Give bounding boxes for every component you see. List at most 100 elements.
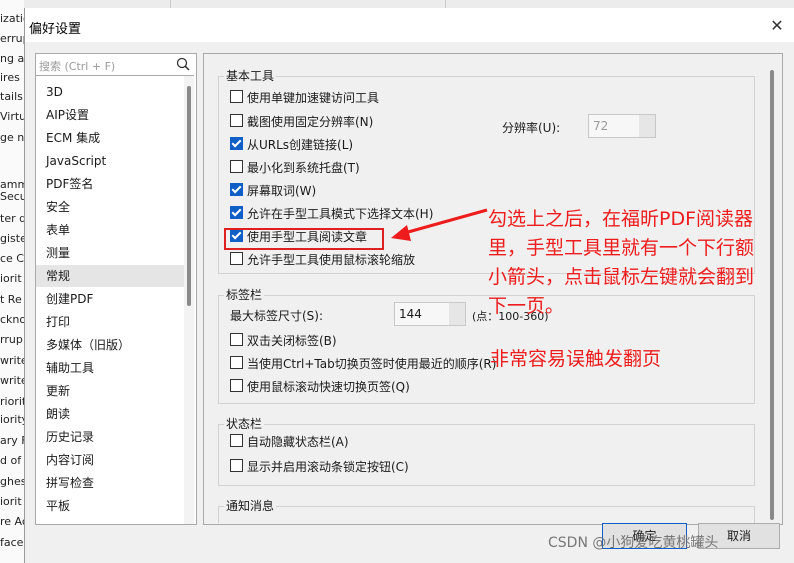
option-checkbox-row[interactable]: 允许手型工具使用鼠标滚轮缩放 <box>230 251 415 269</box>
checkbox[interactable] <box>230 206 243 219</box>
category-item[interactable]: JavaScript <box>36 150 186 172</box>
max-tab-size-value: 144 <box>399 307 422 321</box>
category-item[interactable]: 测量 <box>36 242 186 264</box>
option-checkbox-row[interactable]: 当使用Ctrl+Tab切换页签时使用最近的顺序(R) <box>230 355 496 373</box>
option-label: 允许手型工具使用鼠标滚轮缩放 <box>247 253 416 267</box>
close-icon[interactable]: ✕ <box>769 18 785 34</box>
checkbox[interactable] <box>230 379 243 392</box>
background-text: ghes <box>0 475 24 488</box>
annotation-arrow <box>391 208 488 241</box>
background-text: ization <box>0 12 24 25</box>
category-item[interactable]: 安全 <box>36 196 186 218</box>
option-label: 截图使用固定分辨率(N) <box>247 115 374 129</box>
background-text: re Ac <box>0 515 24 528</box>
option-checkbox-row[interactable]: 自动隐藏状态栏(A) <box>230 433 349 451</box>
checkbox[interactable] <box>230 356 243 369</box>
option-label: 从URLs创建链接(L) <box>247 138 354 152</box>
background-text: Secu <box>0 190 24 203</box>
category-item[interactable]: 内容订阅 <box>36 449 186 471</box>
option-checkbox-row[interactable]: 显示并启用滚动条锁定按钮(C) <box>230 458 409 476</box>
category-item[interactable]: 打印 <box>36 311 186 333</box>
basic-tools-title: 基本工具 <box>224 67 277 84</box>
settings-scrollbar[interactable] <box>768 64 776 522</box>
option-label: 使用鼠标滚动快速切换页签(Q) <box>247 380 410 394</box>
category-panel: 搜索 (Ctrl + F) 3D AIP设置 ECM 集成 JavaScript PDF… <box>35 53 197 525</box>
checkbox[interactable] <box>230 137 243 150</box>
background-text: ge n <box>0 131 24 144</box>
annotation-line: 下一页。 <box>488 295 565 317</box>
category-item[interactable]: 平板 <box>36 495 186 517</box>
background-text: iorit <box>0 495 22 508</box>
option-checkbox-row[interactable]: 使用单键加速键访问工具 <box>230 89 379 107</box>
category-scrollbar[interactable] <box>184 76 194 524</box>
category-item[interactable]: PDF签名 <box>36 173 186 195</box>
background-text: ce C <box>0 252 24 265</box>
title-bar: 偏好设置 ✕ <box>25 8 794 42</box>
checkbox[interactable] <box>230 434 243 447</box>
annotation-warning: 非常容易误触发翻页 <box>490 348 662 370</box>
category-item[interactable]: 辅助工具 <box>36 357 186 379</box>
scrollbar-thumb[interactable] <box>770 70 774 520</box>
scrollbar-thumb[interactable] <box>187 86 191 306</box>
status-bar-title: 状态栏 <box>224 415 265 432</box>
option-label: 显示并启用滚动条锁定按钮(C) <box>247 460 409 474</box>
search-box[interactable]: 搜索 (Ctrl + F) <box>36 54 194 76</box>
watermark: CSDN @小狗爱吃黄桃罐头 <box>548 535 719 551</box>
resolution-spinner[interactable] <box>639 115 655 137</box>
background-text: ng ar <box>0 52 24 65</box>
option-checkbox-row[interactable]: 截图使用固定分辨率(N) <box>230 113 373 131</box>
category-item[interactable]: 朗读 <box>36 403 186 425</box>
category-item[interactable]: 3D <box>36 81 186 103</box>
notify-group <box>218 506 755 523</box>
option-checkbox-row[interactable]: 屏幕取词(W) <box>230 182 316 200</box>
option-checkbox-row[interactable]: 最小化到系统托盘(T) <box>230 159 360 177</box>
category-item[interactable]: 多媒体（旧版） <box>36 334 186 356</box>
category-item[interactable]: 更新 <box>36 380 186 402</box>
background-text: ary F <box>0 434 24 447</box>
resolution-value: 72 <box>593 119 609 133</box>
option-label: 使用单键加速键访问工具 <box>247 91 380 105</box>
checkbox[interactable] <box>230 459 243 472</box>
option-checkbox-row[interactable]: 双击关闭标签(B) <box>230 332 337 350</box>
annotation-text: 勾选上之后，在福昕PDF阅读器 里，手型工具里就有一个下行额 小箭头，点击鼠标左键就… <box>488 205 754 321</box>
background-text: errup <box>0 32 24 45</box>
checkbox[interactable] <box>230 160 243 173</box>
background-text: ires o <box>0 71 24 84</box>
background-text: tails c <box>0 90 24 103</box>
background-text: write <box>0 354 24 367</box>
checkbox[interactable] <box>230 114 243 127</box>
resolution-field[interactable]: 72 <box>588 114 656 138</box>
background-text: Virtu <box>0 110 24 123</box>
checkbox[interactable] <box>230 333 243 346</box>
category-item[interactable]: 历史记录 <box>36 426 186 448</box>
resolution-label: 分辨率(U): <box>502 121 561 135</box>
checkbox[interactable] <box>230 183 243 196</box>
category-item[interactable]: 创建PDF <box>36 288 186 310</box>
background-text: riority <box>0 395 24 408</box>
category-item[interactable]: 表单 <box>36 219 186 241</box>
background-text: giste <box>0 232 24 245</box>
background-text: d of <box>0 454 22 467</box>
notify-title: 通知消息 <box>224 497 277 514</box>
option-label: 屏幕取词(W) <box>247 184 317 198</box>
option-checkbox-row[interactable]: 从URLs创建链接(L) <box>230 136 353 154</box>
max-tab-size-spinner[interactable] <box>449 303 465 325</box>
option-checkbox-row[interactable]: 使用鼠标滚动快速切换页签(Q) <box>230 378 410 396</box>
background-text: t Re <box>0 293 22 306</box>
checkbox[interactable] <box>230 90 243 103</box>
annotation-line: 勾选上之后，在福昕PDF阅读器 <box>488 208 754 230</box>
background-text: iorit <box>0 272 22 285</box>
checkbox[interactable] <box>230 252 243 265</box>
category-item[interactable]: 常规 <box>36 265 186 287</box>
search-input[interactable]: 搜索 (Ctrl + F) <box>39 58 115 74</box>
max-tab-size-field[interactable]: 144 <box>394 302 466 326</box>
background-text: rrup <box>0 333 23 346</box>
background-text: ckno <box>0 313 24 326</box>
search-icon[interactable] <box>176 57 190 71</box>
annotation-line: 里，手型工具里就有一个下行额 <box>488 237 755 259</box>
highlight-box <box>224 228 384 250</box>
dialog-title: 偏好设置 <box>29 18 82 37</box>
category-item[interactable]: 拼写检查 <box>36 472 186 494</box>
category-item[interactable]: AIP设置 <box>36 104 186 126</box>
category-item[interactable]: ECM 集成 <box>36 127 186 149</box>
